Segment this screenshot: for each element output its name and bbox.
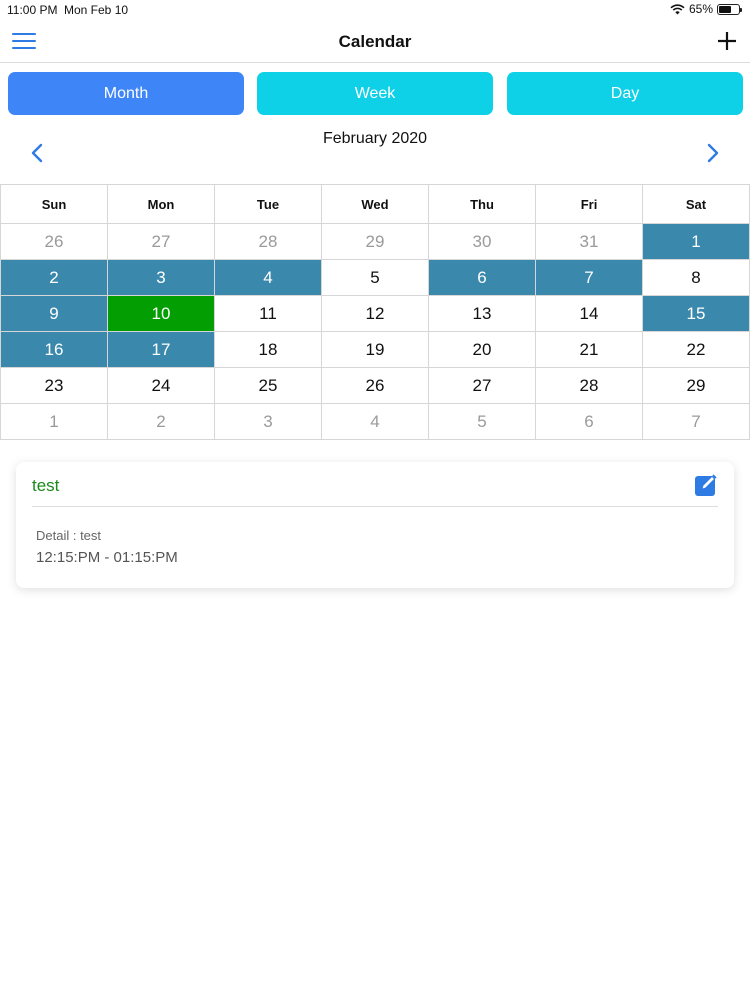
- calendar-day-cell[interactable]: 26: [0, 223, 108, 260]
- edit-icon[interactable]: [694, 473, 718, 497]
- calendar-week-row: 23 24 25 26 27 28 29: [0, 367, 750, 404]
- card-divider: [32, 506, 718, 507]
- month-title: February 2020: [322, 130, 428, 147]
- calendar-day-cell[interactable]: 1: [0, 403, 108, 440]
- calendar-day-cell[interactable]: 27: [107, 223, 215, 260]
- event-title: test: [32, 476, 60, 495]
- calendar-day-cell[interactable]: 6: [535, 403, 643, 440]
- calendar-day-cell[interactable]: 10: [107, 295, 215, 332]
- calendar-day-cell[interactable]: 8: [642, 259, 750, 296]
- calendar-day-cell[interactable]: 12: [321, 295, 429, 332]
- wifi-icon: [670, 4, 685, 15]
- tab-day[interactable]: Day: [507, 72, 743, 115]
- event-time: 12:15:PM - 01:15:PM: [36, 549, 178, 566]
- calendar-day-cell[interactable]: 18: [214, 331, 322, 368]
- weekday-tue: Tue: [214, 184, 322, 224]
- calendar-day-cell[interactable]: 20: [428, 331, 536, 368]
- calendar-day-cell[interactable]: 19: [321, 331, 429, 368]
- calendar-day-cell[interactable]: 17: [107, 331, 215, 368]
- battery-icon: [717, 3, 742, 15]
- calendar-day-cell[interactable]: 3: [214, 403, 322, 440]
- calendar-day-cell[interactable]: 29: [642, 367, 750, 404]
- calendar-day-cell[interactable]: 11: [214, 295, 322, 332]
- status-bar: 11:00 PM Mon Feb 10 65%: [0, 0, 750, 20]
- calendar-day-cell[interactable]: 24: [107, 367, 215, 404]
- calendar-week-row: 2345678: [0, 259, 750, 296]
- calendar-week-row: 9 10 11 12 13 14 15: [0, 295, 750, 332]
- tab-month[interactable]: Month: [8, 72, 244, 115]
- calendar-day-cell[interactable]: 2: [0, 259, 108, 296]
- calendar-day-cell[interactable]: 25: [214, 367, 322, 404]
- status-indicators: 65%: [670, 2, 742, 16]
- weekday-mon: Mon: [107, 184, 215, 224]
- view-tabs: Month Week Day: [8, 72, 744, 115]
- calendar-day-cell[interactable]: 7: [642, 403, 750, 440]
- calendar-day-cell[interactable]: 30: [428, 223, 536, 260]
- calendar-body: 26 27 28 29 30 31 1 2 3 4 5 6 7 8 9 10 11 12 13 14 15 16 17 18 1…: [0, 223, 750, 440]
- calendar-day-cell[interactable]: 23: [0, 367, 108, 404]
- navigation-bar: Calendar: [0, 20, 750, 63]
- battery-percent: 65%: [688, 2, 713, 16]
- chevron-left-icon[interactable]: [26, 140, 48, 166]
- status-time: 11:00 PM: [7, 3, 58, 17]
- status-date: Mon Feb 10: [64, 3, 129, 17]
- calendar-day-cell[interactable]: 3: [107, 259, 215, 296]
- calendar-day-cell[interactable]: 15: [642, 295, 750, 332]
- calendar-day-cell[interactable]: 27: [428, 367, 536, 404]
- calendar-day-cell[interactable]: 6: [428, 259, 536, 296]
- calendar-day-cell[interactable]: 28: [535, 367, 643, 404]
- weekday-header-row: Sun Mon Tue Wed Thu Fri Sat: [0, 184, 750, 224]
- calendar-day-cell[interactable]: 16: [0, 331, 108, 368]
- calendar-day-cell[interactable]: 1: [642, 223, 750, 260]
- calendar-day-cell[interactable]: 29: [321, 223, 429, 260]
- battery-level: [719, 5, 732, 13]
- calendar-day-cell[interactable]: 22: [642, 331, 750, 368]
- tab-week[interactable]: Week: [257, 72, 493, 115]
- plus-icon[interactable]: [716, 28, 738, 54]
- calendar-week-row: 16 17 18 19 20 21 22: [0, 331, 750, 368]
- calendar-day-cell[interactable]: 7: [535, 259, 643, 296]
- weekday-fri: Fri: [535, 184, 643, 224]
- calendar-day-cell[interactable]: 5: [428, 403, 536, 440]
- event-card[interactable]: test Detail : test 12:15:PM - 01:15:PM: [16, 462, 734, 588]
- event-detail: Detail : test: [36, 528, 102, 543]
- page-title: Calendar: [338, 32, 412, 51]
- calendar-day-cell[interactable]: 2: [107, 403, 215, 440]
- weekday-sat: Sat: [642, 184, 750, 224]
- chevron-right-icon[interactable]: [702, 140, 724, 166]
- calendar-day-cell[interactable]: 9: [0, 295, 108, 332]
- calendar-day-cell[interactable]: 4: [214, 259, 322, 296]
- calendar-day-cell[interactable]: 28: [214, 223, 322, 260]
- calendar-grid: Sun Mon Tue Wed Thu Fri Sat 26 27 28 29 30 31…: [0, 184, 750, 440]
- calendar-day-cell[interactable]: 13: [428, 295, 536, 332]
- weekday-sun: Sun: [0, 184, 108, 224]
- calendar-day-cell[interactable]: 5: [321, 259, 429, 296]
- calendar-day-cell[interactable]: 4: [321, 403, 429, 440]
- calendar-day-cell[interactable]: 14: [535, 295, 643, 332]
- calendar-day-cell[interactable]: 26: [321, 367, 429, 404]
- weekday-thu: Thu: [428, 184, 536, 224]
- weekday-wed: Wed: [321, 184, 429, 224]
- calendar-week-row: 26 27 28 29 30 31 1: [0, 223, 750, 260]
- calendar-day-cell[interactable]: 21: [535, 331, 643, 368]
- calendar-day-cell[interactable]: 31: [535, 223, 643, 260]
- calendar-week-row: 1234567: [0, 403, 750, 440]
